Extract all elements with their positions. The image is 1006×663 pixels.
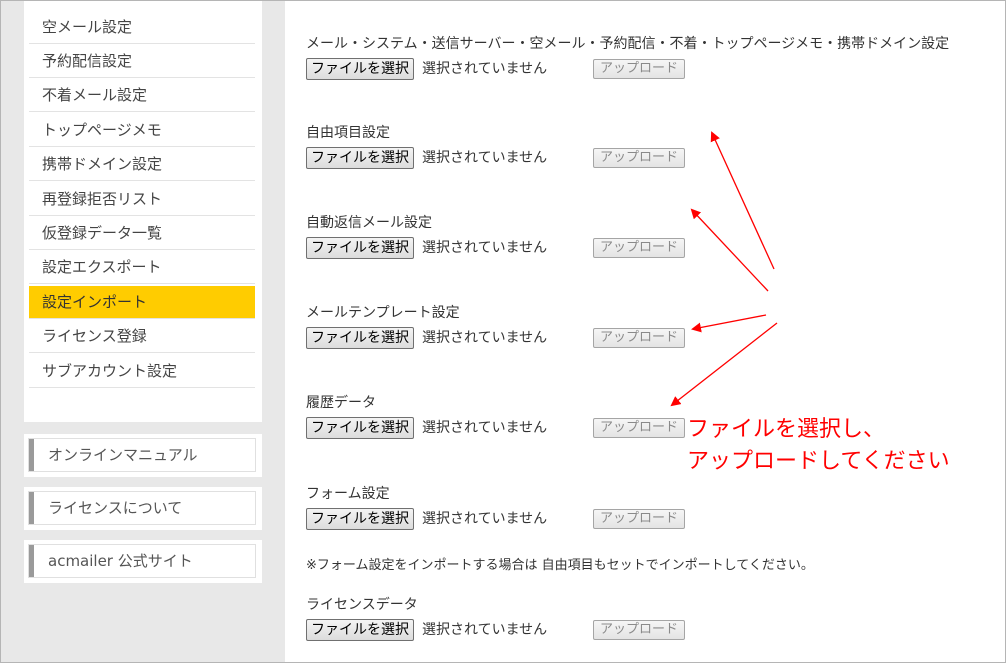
sidebar-item-mobile-domain-settings[interactable]: 携帯ドメイン設定	[29, 148, 255, 181]
file-status: 選択されていません	[422, 150, 548, 166]
link-box: ライセンスについて	[28, 491, 256, 525]
sidebar-nav-panel: 空メール設定 予約配信設定 不着メール設定 トップページメモ 携帯ドメイン設定 …	[24, 1, 262, 422]
choose-file-button[interactable]: ファイルを選択	[306, 58, 414, 80]
file-status: 選択されていません	[422, 61, 548, 77]
section-title-history-data: 履歴データ	[306, 395, 376, 411]
arrow-2	[690, 208, 769, 292]
file-status: 選択されていません	[422, 240, 548, 256]
about-license-link[interactable]: ライセンスについて	[24, 487, 262, 530]
annotation-line-2: アップロードしてください	[687, 449, 950, 474]
link-box: オンラインマニュアル	[28, 438, 256, 472]
sidebar-item-settings-export[interactable]: 設定エクスポート	[29, 251, 255, 284]
sidebar-item-provisional-registration-list[interactable]: 仮登録データ一覧	[29, 217, 255, 250]
sidebar-item-label: サブアカウント設定	[42, 362, 178, 380]
sidebar-item-empty-mail-settings[interactable]: 空メール設定	[29, 11, 255, 44]
annotation-line-1: ファイルを選択し、	[687, 417, 886, 442]
sidebar-item-label: 不着メール設定	[42, 86, 148, 104]
arrow-4	[670, 322, 778, 407]
section-title-auto-reply: 自動返信メール設定	[306, 215, 432, 231]
sidebar-item-label: 予約配信設定	[42, 52, 133, 70]
file-status: 選択されていません	[422, 622, 548, 638]
online-manual-link[interactable]: オンラインマニュアル	[24, 434, 262, 477]
link-accent-bar	[29, 545, 34, 577]
sidebar-item-settings-import[interactable]: 設定インポート	[29, 286, 255, 319]
upload-button[interactable]: アップロード	[593, 418, 685, 438]
arrow-3	[691, 314, 767, 333]
sidebar-item-label: 再登録拒否リスト	[42, 190, 163, 208]
section-title-license-data: ライセンスデータ	[306, 597, 418, 613]
sidebar-item-reregistration-block-list[interactable]: 再登録拒否リスト	[29, 183, 255, 216]
upload-button[interactable]: アップロード	[593, 238, 685, 258]
link-label: ライセンスについて	[48, 499, 183, 517]
choose-file-button[interactable]: ファイルを選択	[306, 508, 414, 530]
link-accent-bar	[29, 439, 34, 471]
sidebar-item-label: 携帯ドメイン設定	[42, 155, 163, 173]
link-label: オンラインマニュアル	[48, 446, 198, 464]
form-import-note: ※フォーム設定をインポートする場合は 自由項目もセットでインポートしてください。	[306, 558, 814, 573]
sidebar-item-label: ライセンス登録	[42, 327, 147, 345]
sidebar: 空メール設定 予約配信設定 不着メール設定 トップページメモ 携帯ドメイン設定 …	[1, 1, 285, 662]
link-box: acmailer 公式サイト	[28, 544, 256, 578]
sidebar-item-label: 空メール設定	[42, 18, 133, 36]
upload-button[interactable]: アップロード	[593, 620, 685, 640]
screenshot-frame: 空メール設定 予約配信設定 不着メール設定 トップページメモ 携帯ドメイン設定 …	[0, 0, 1006, 663]
sidebar-item-label: トップページメモ	[42, 121, 162, 139]
sidebar-item-label: 仮登録データ一覧	[42, 224, 163, 242]
official-site-link[interactable]: acmailer 公式サイト	[24, 540, 262, 583]
upload-button[interactable]: アップロード	[593, 328, 685, 348]
section-title-mail-template: メールテンプレート設定	[306, 305, 460, 321]
upload-button[interactable]: アップロード	[593, 59, 685, 79]
file-status: 選択されていません	[422, 420, 548, 436]
sidebar-item-license-registration[interactable]: ライセンス登録	[29, 320, 255, 353]
choose-file-button[interactable]: ファイルを選択	[306, 619, 414, 641]
file-status: 選択されていません	[422, 330, 548, 346]
choose-file-button[interactable]: ファイルを選択	[306, 147, 414, 169]
choose-file-button[interactable]: ファイルを選択	[306, 417, 414, 439]
choose-file-button[interactable]: ファイルを選択	[306, 237, 414, 259]
section-title-system-settings: メール・システム・送信サーバー・空メール・予約配信・不着・トップページメモ・携帯…	[306, 36, 950, 52]
link-accent-bar	[29, 492, 34, 524]
link-label: acmailer 公式サイト	[48, 552, 193, 570]
arrow-1	[710, 131, 775, 270]
sidebar-item-sub-account-settings[interactable]: サブアカウント設定	[29, 355, 255, 388]
file-status: 選択されていません	[422, 511, 548, 527]
sidebar-item-bounce-mail-settings[interactable]: 不着メール設定	[29, 79, 255, 112]
instruction-annotation: ファイルを選択し、 アップロードしてください	[687, 414, 950, 478]
upload-button[interactable]: アップロード	[593, 148, 685, 168]
sidebar-item-scheduled-delivery-settings[interactable]: 予約配信設定	[29, 45, 255, 78]
section-title-form-settings: フォーム設定	[306, 486, 390, 502]
sidebar-item-label: 設定エクスポート	[42, 258, 162, 276]
upload-button[interactable]: アップロード	[593, 509, 685, 529]
section-title-custom-fields: 自由項目設定	[306, 125, 390, 141]
choose-file-button[interactable]: ファイルを選択	[306, 327, 414, 349]
sidebar-item-top-page-memo[interactable]: トップページメモ	[29, 114, 255, 147]
sidebar-item-label: 設定インポート	[42, 293, 148, 311]
